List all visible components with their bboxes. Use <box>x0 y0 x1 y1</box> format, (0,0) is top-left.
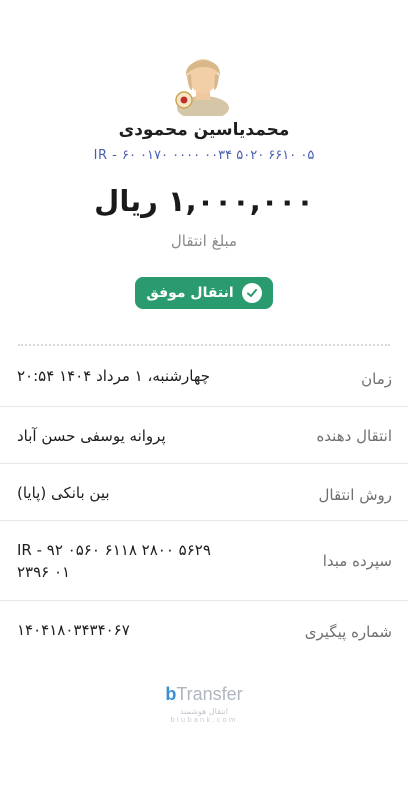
detail-value-line1: IR - ۹۲ ۰۵۶۰ ۶۱۱۸ ۲۸۰۰ ۵۶۲۹ <box>17 541 211 559</box>
logo-b: b <box>165 684 177 704</box>
transfer-amount-label: مبلغ انتقال <box>170 232 238 250</box>
check-icon <box>241 283 262 303</box>
detail-row-tracking: شماره پیگیری ۱۴۰۴۱۸۰۳۴۳۴۰۶۷ <box>0 601 408 657</box>
recipient-avatar <box>175 59 229 116</box>
detail-label: روش انتقال <box>318 486 393 504</box>
detail-label: سپرده مبدا <box>322 552 392 570</box>
status-badge: انتقال موفق <box>135 277 273 309</box>
detail-row-sender: انتقال دهنده پروانه یوسفی حسن آباد <box>0 407 408 464</box>
logo-tagline: انتقال هوشمند <box>180 707 228 716</box>
detail-row-method: روش انتقال بین بانکی (پایا) <box>0 464 408 521</box>
logo-text: Transfer <box>176 684 243 704</box>
detail-value: ۲۰:۵۴ چهارشنبه، ۱ مرداد ۱۴۰۴ <box>17 367 211 385</box>
btransfer-logo: bTransfer انتقال هوشمند blubank.com <box>0 684 408 724</box>
detail-value-line2: ۲۳۹۶ ۰۱ <box>17 563 71 581</box>
detail-row-source-account: سپرده مبدا IR - ۹۲ ۰۵۶۰ ۶۱۱۸ ۲۸۰۰ ۵۶۲۹ ۲… <box>0 521 408 601</box>
detail-label: انتقال دهنده <box>316 427 392 445</box>
transfer-amount: ۱,۰۰۰,۰۰۰ ریال <box>94 184 314 218</box>
divider-dotted <box>18 344 390 346</box>
detail-value: پروانه یوسفی حسن آباد <box>17 427 166 445</box>
detail-row-time: زمان ۲۰:۵۴ چهارشنبه، ۱ مرداد ۱۴۰۴ <box>0 350 408 407</box>
recipient-name: محمدیاسین محمودی <box>118 120 290 140</box>
recipient-iban: IR - ۶۰ ۰۱۷۰ ۰۰۰۰ ۰۰۳۴ ۵۰۲۰ ۶۶۱۰ ۰۵ <box>93 148 315 163</box>
detail-label: شماره پیگیری <box>304 623 392 641</box>
status-label: انتقال موفق <box>146 285 234 301</box>
detail-value: ۱۴۰۴۱۸۰۳۴۳۴۰۶۷ <box>17 621 130 639</box>
detail-value: بین بانکی (پایا) <box>17 484 110 502</box>
detail-label: زمان <box>361 370 392 388</box>
logo-url: blubank.com <box>170 716 238 724</box>
